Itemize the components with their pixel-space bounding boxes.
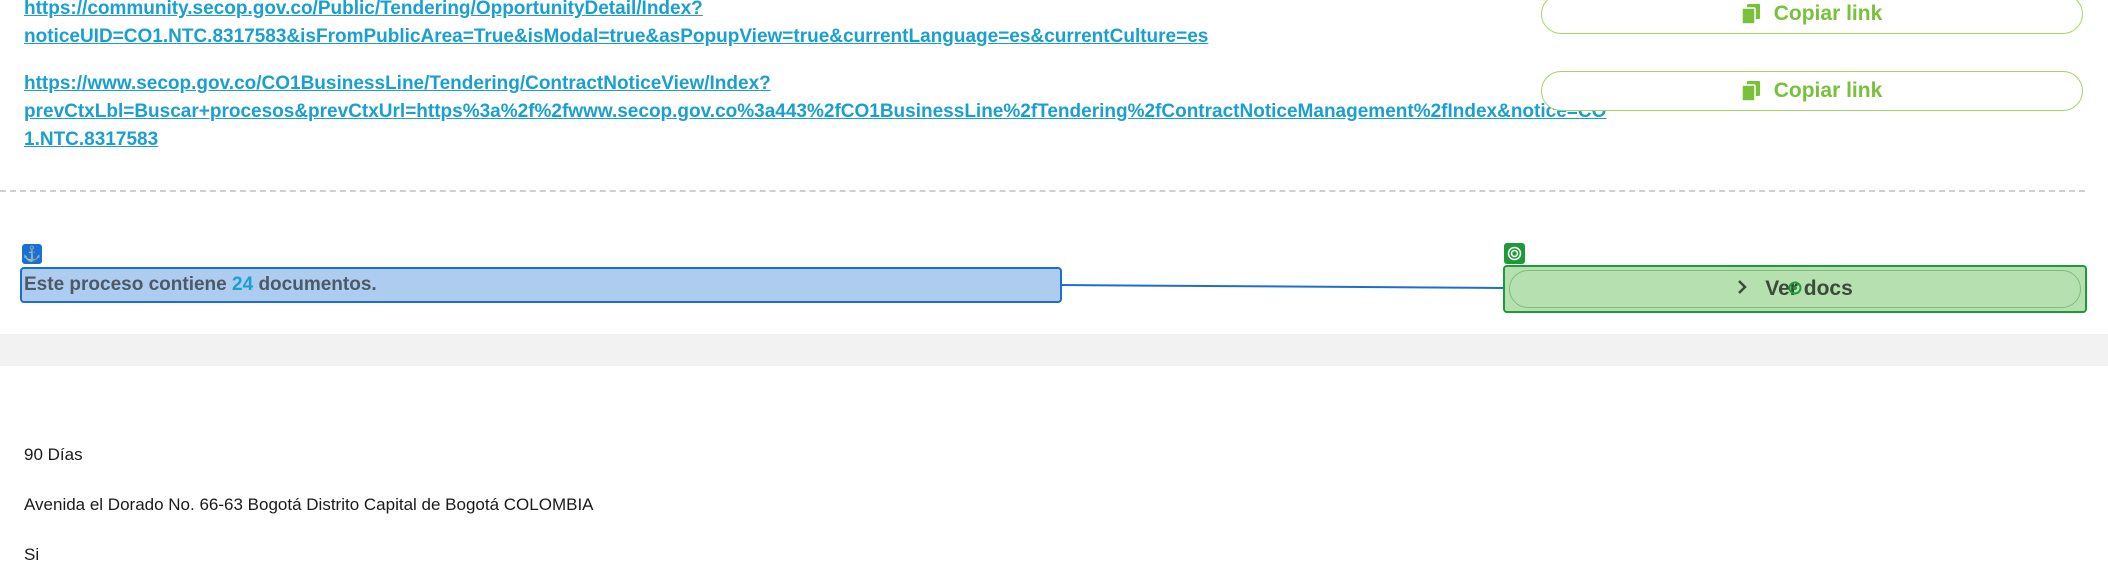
documents-suffix: documentos. <box>258 274 377 295</box>
link-line: 1.NTC.8317583 <box>24 129 159 150</box>
click-target-icon <box>1788 281 1802 295</box>
target-icon <box>1504 243 1525 264</box>
opportunity-detail-link[interactable]: https://community.secop.gov.co/Public/Te… <box>24 0 1208 51</box>
link-line: prevCtxLbl=Buscar+procesos&prevCtxUrl=ht… <box>24 101 1607 122</box>
chevron-right-icon <box>1737 277 1747 301</box>
link-line: https://community.secop.gov.co/Public/Te… <box>24 0 703 19</box>
documents-prefix: Este proceso contiene <box>24 274 227 295</box>
copy-link-label: Copiar link <box>1773 79 1883 102</box>
copy-link-button-2[interactable]: Copiar link <box>1541 71 2083 111</box>
documents-count-text: Este proceso contiene 24 documentos. <box>20 267 1062 303</box>
documents-count: 24 <box>232 274 254 295</box>
link-line: https://www.secop.gov.co/CO1BusinessLine… <box>24 73 771 94</box>
copy-icon <box>1741 4 1760 24</box>
ver-docs-label: Ver docs <box>1765 277 1853 300</box>
address-value: Avenida el Dorado No. 66-63 Bogotá Distr… <box>24 495 594 514</box>
answer-value: Si <box>24 545 40 564</box>
copy-link-label: Copiar link <box>1773 2 1883 25</box>
copy-link-button[interactable]: Copiar link <box>1541 0 2083 34</box>
section-divider <box>0 190 2085 192</box>
link-line: noticeUID=CO1.NTC.8317583&isFromPublicAr… <box>24 26 1209 47</box>
copy-icon <box>1741 81 1760 101</box>
anchor-icon: ⚓ <box>22 244 42 264</box>
section-separator-band <box>0 334 2108 366</box>
contract-notice-link[interactable]: https://www.secop.gov.co/CO1BusinessLine… <box>24 70 1606 154</box>
duration-value: 90 Días <box>24 445 83 464</box>
